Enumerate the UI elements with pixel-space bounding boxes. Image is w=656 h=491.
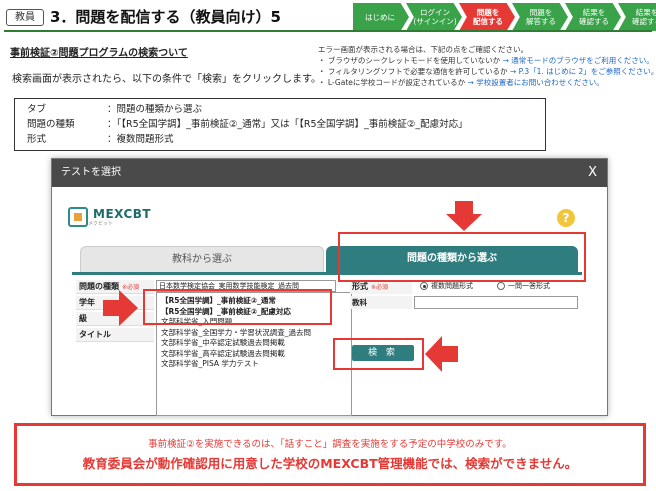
arrow-down-icon xyxy=(446,201,482,231)
notice-line-2: 教育委員会が動作確認用に用意した学校のMEXCBT管理機能では、検索ができません… xyxy=(82,456,578,471)
arrow-left-icon xyxy=(425,336,458,372)
notice-line-1: 事前検証②を実施できるのは、「話すこと」調査を実施をする予定の中学校のみです。 xyxy=(148,439,512,450)
arrow-right-icon xyxy=(103,290,138,326)
notice-box: 事前検証②を実施できるのは、「話すこと」調査を実施をする予定の中学校のみです。 … xyxy=(14,423,646,486)
annotation-arrows xyxy=(103,201,482,372)
